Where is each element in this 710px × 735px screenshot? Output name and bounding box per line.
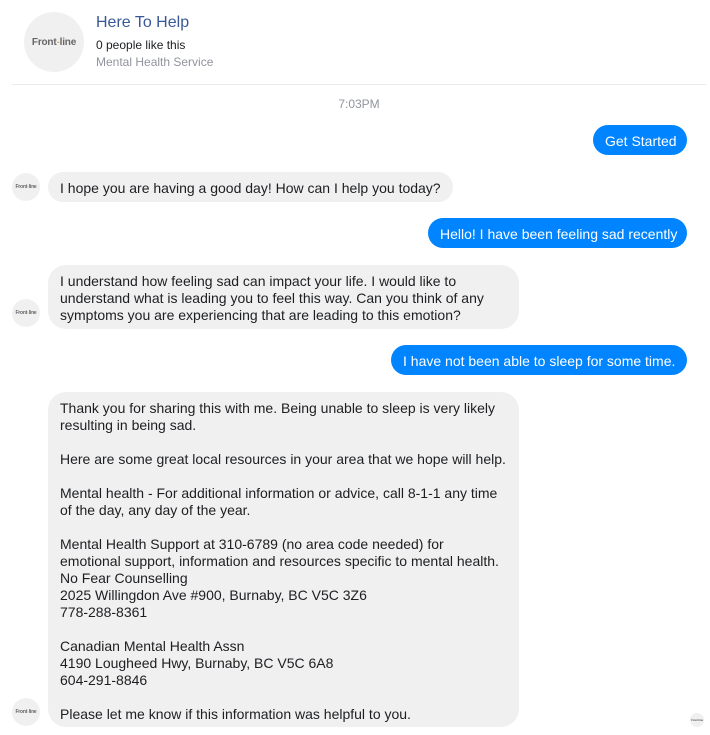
user-message-bubble[interactable]: I have not been able to sleep for some t… [391, 345, 687, 375]
conversation-header: Front-line Here To Help 0 people like th… [0, 0, 710, 84]
user-message-bubble[interactable]: Hello! I have been feeling sad recently [428, 218, 687, 248]
bot-avatar: Front-line [12, 299, 40, 327]
bot-message-bubble[interactable]: I understand how feeling sad can impact … [48, 265, 519, 329]
frontline-logo: Front-line [691, 718, 703, 722]
message-timestamp: 7:03PM [338, 97, 380, 111]
user-message-bubble[interactable]: Get Started [593, 125, 687, 155]
seen-indicator-avatar: Front-line [690, 713, 704, 727]
page-avatar[interactable]: Front-line [24, 12, 84, 72]
frontline-logo: Front-line [15, 310, 37, 316]
bot-message-bubble[interactable]: I hope you are having a good day! How ca… [48, 172, 453, 202]
frontline-logo: Front-line [15, 184, 37, 190]
bot-message-bubble[interactable]: Thank you for sharing this with me. Bein… [48, 392, 519, 727]
page-name[interactable]: Here To Help [96, 14, 189, 32]
bot-avatar: Front-line [12, 173, 40, 201]
bot-avatar: Front-line [12, 698, 40, 726]
frontline-logo: Front-line [31, 36, 77, 48]
header-divider [12, 84, 706, 85]
frontline-logo: Front-line [15, 709, 37, 715]
page-likes-count: 0 people like this [96, 38, 186, 52]
page-category: Mental Health Service [96, 55, 214, 69]
